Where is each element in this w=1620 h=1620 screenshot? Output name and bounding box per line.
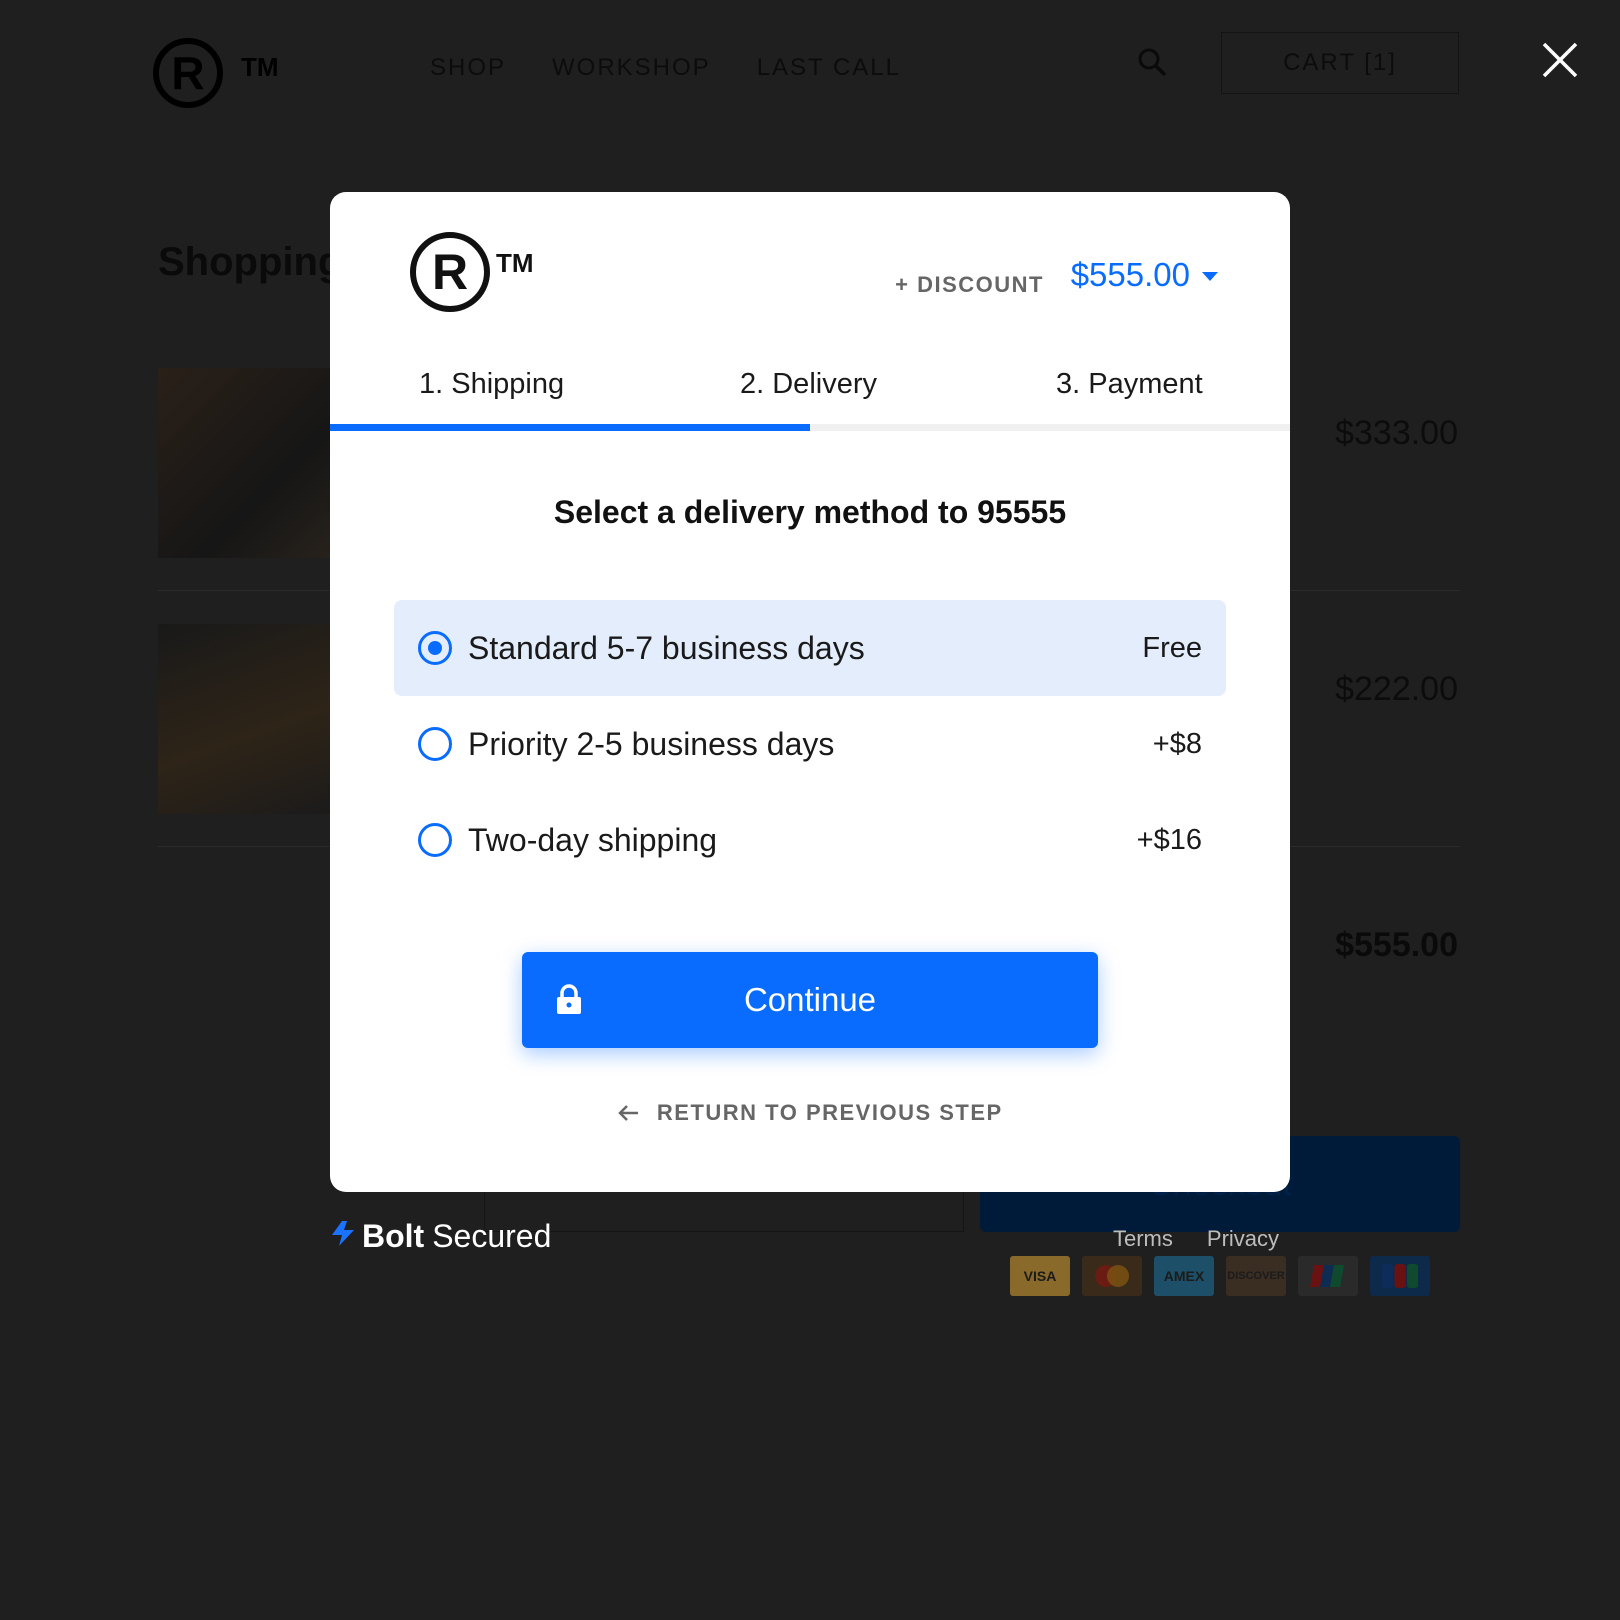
radio-empty-icon[interactable] (418, 727, 452, 761)
checkout-modal: R TM + DISCOUNT $555.00 1. Shipping 2. D… (330, 192, 1290, 1192)
cart-total: $555.00 (1335, 926, 1458, 964)
bolt-secured-text: Secured (432, 1218, 552, 1254)
close-icon[interactable] (1540, 40, 1580, 80)
tab-payment[interactable]: 3. Payment (1056, 368, 1203, 401)
search-icon[interactable] (1136, 46, 1168, 83)
delivery-option-priority[interactable]: Priority 2-5 business days +$8 (394, 696, 1226, 792)
unionpay-card-icon (1298, 1256, 1358, 1296)
logo-circle: R (410, 232, 490, 312)
lock-icon (556, 984, 582, 1022)
item-price: $222.00 (1335, 670, 1458, 708)
option-label: Standard 5-7 business days (468, 629, 865, 666)
arrow-left-icon (617, 1100, 647, 1125)
continue-label: Continue (743, 981, 877, 1018)
return-label: RETURN TO PREVIOUS STEP (656, 1100, 1003, 1125)
main-nav: SHOP WORKSHOP LAST CALL (430, 54, 901, 82)
step-progress-bar (330, 424, 1290, 431)
delivery-option-two-day[interactable]: Two-day shipping +$16 (394, 792, 1226, 888)
caret-down-icon[interactable] (1202, 272, 1218, 281)
delivery-title: Select a delivery method to 95555 (553, 494, 1067, 530)
radio-selected-icon[interactable] (418, 631, 452, 665)
bolt-icon (330, 1218, 356, 1255)
logo-tm: TM (496, 248, 534, 278)
visa-card-icon: VISA (1010, 1256, 1070, 1296)
nav-workshop[interactable]: WORKSHOP (552, 54, 711, 82)
option-label: Two-day shipping (468, 821, 718, 858)
nav-last-call[interactable]: LAST CALL (757, 54, 901, 82)
product-image (158, 368, 358, 558)
tab-shipping[interactable]: 1. Shipping (419, 368, 564, 401)
nav-shop[interactable]: SHOP (430, 54, 506, 82)
item-price: $333.00 (1335, 414, 1458, 452)
product-image (158, 624, 358, 814)
continue-button[interactable]: Continue (522, 952, 1098, 1048)
checkout-steps: 1. Shipping 2. Delivery 3. Payment (330, 368, 1290, 428)
amex-card-icon: AMEX (1154, 1256, 1214, 1296)
jcb-card-icon (1370, 1256, 1430, 1296)
step-progress-fill (330, 424, 810, 431)
tab-delivery[interactable]: 2. Delivery (740, 368, 877, 401)
order-total[interactable]: $555.00 (1071, 256, 1190, 294)
option-price: +$16 (1136, 823, 1202, 856)
logo-tm: TM (241, 52, 279, 82)
logo-circle: R (153, 38, 223, 108)
store-logo[interactable]: R TM (153, 38, 279, 108)
delivery-option-standard[interactable]: Standard 5-7 business days Free (394, 600, 1226, 696)
payment-cards: VISA AMEX DISCOVER (1010, 1256, 1430, 1296)
discount-link[interactable]: + DISCOUNT (895, 272, 1044, 298)
bolt-secured-badge: Bolt Secured (330, 1218, 551, 1255)
logo-letter: R (171, 47, 205, 99)
terms-link[interactable]: Terms (1113, 1226, 1173, 1252)
return-previous-step-link[interactable]: RETURN TO PREVIOUS STEP (330, 1100, 1290, 1126)
privacy-link[interactable]: Privacy (1207, 1226, 1279, 1252)
footer-links: Terms Privacy (1113, 1226, 1279, 1252)
modal-logo: R TM (410, 232, 534, 312)
bolt-brand: Bolt (362, 1218, 425, 1254)
radio-empty-icon[interactable] (418, 823, 452, 857)
option-label: Priority 2-5 business days (468, 725, 835, 762)
option-price: +$8 (1152, 727, 1202, 760)
option-price: Free (1142, 631, 1202, 664)
mastercard-icon (1082, 1256, 1142, 1296)
discover-card-icon: DISCOVER (1226, 1256, 1286, 1296)
logo-letter: R (431, 244, 469, 300)
cart-button[interactable]: CART [1] (1221, 32, 1459, 94)
page-heading: Shopping (158, 240, 343, 284)
